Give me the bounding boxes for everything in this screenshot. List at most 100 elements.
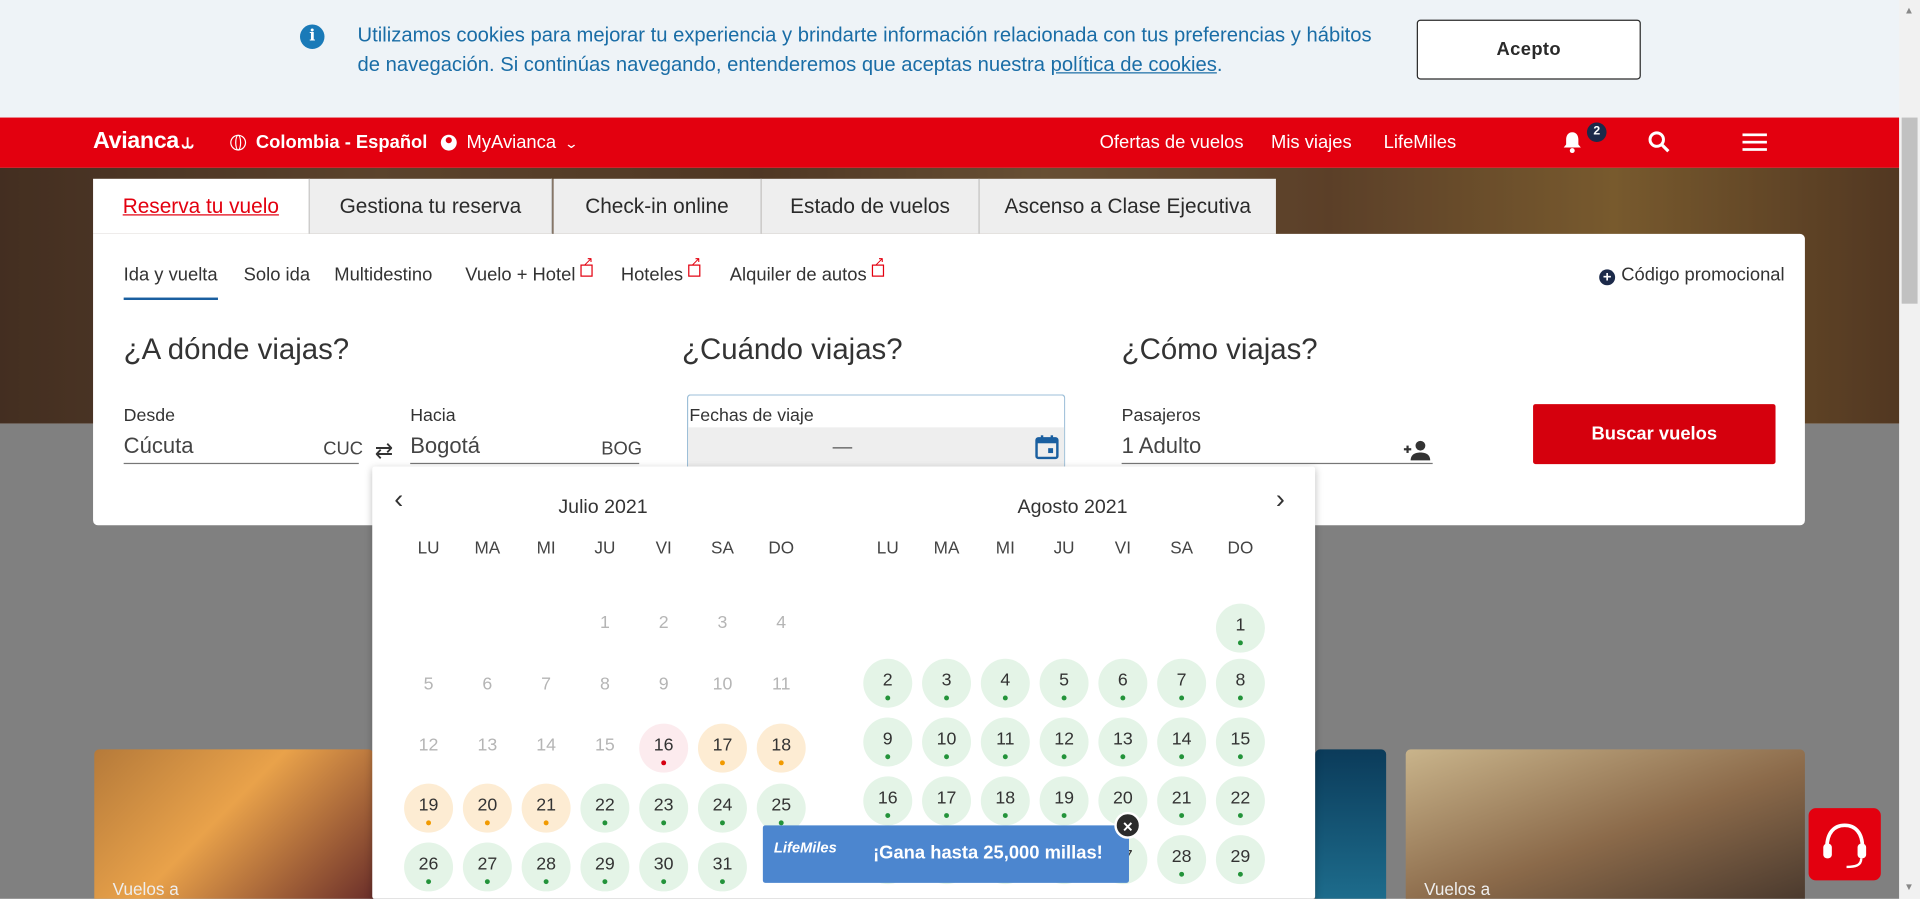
calendar-day[interactable]: 30 [639,842,689,892]
calendar-day[interactable]: 18 [756,723,806,773]
calendar-day[interactable]: 19 [1039,776,1089,826]
weekday-header: DO [1227,537,1254,558]
calendar-day[interactable]: 29 [580,842,630,892]
calendar-day[interactable]: 18 [980,776,1030,826]
pax-label: Pasajeros [1121,406,1201,427]
tab-estado[interactable]: Estado de vuelos [761,178,980,234]
add-person-icon[interactable] [1403,440,1432,462]
travel-dates-input[interactable] [688,427,1065,469]
weekday-header: VI [655,537,672,558]
from-input[interactable]: Cúcuta [124,433,194,459]
calendar-day[interactable]: 23 [639,783,689,833]
calendar-day[interactable]: 1 [1215,603,1265,653]
calendar-day[interactable]: 13 [1098,717,1148,767]
search-flights-button[interactable]: Buscar vuelos [1533,404,1776,465]
nav-link-lifemiles[interactable]: LifeMiles [1384,132,1456,153]
subtab-vuelo-hotel[interactable]: Vuelo + Hotel [465,256,593,285]
from-underline [123,462,359,465]
calendar-day[interactable]: 22 [580,783,630,833]
subtab-solo-ida[interactable]: Solo ida [244,264,310,285]
brand-logo[interactable]: Avianca ⥿ [93,129,193,156]
swap-icon[interactable]: ⇄ [375,438,393,464]
lifemiles-promo[interactable]: LifeMiles ¡Gana hasta 25,000 millas! × [762,811,1142,883]
to-input[interactable]: Bogotá [410,433,480,459]
availability-dot [1179,754,1185,760]
calendar-day[interactable]: 22 [1215,776,1265,826]
calendar-day[interactable]: 16 [639,723,689,773]
region-selector[interactable]: Colombia - Español [230,132,427,153]
accept-cookies-button[interactable]: Acepto [1416,19,1641,80]
pax-input[interactable]: 1 Adulto [1122,433,1202,459]
destination-card[interactable] [1315,749,1387,899]
subtab-multidestino[interactable]: Multidestino [334,264,432,285]
search-icon[interactable] [1647,130,1671,154]
calendar-day[interactable]: 5 [1039,658,1089,708]
calendar-day[interactable]: 20 [462,783,512,833]
close-icon[interactable]: × [1114,811,1142,839]
tab-reserva[interactable]: Reserva tu vuelo [93,178,310,234]
nav-link-ofertas[interactable]: Ofertas de vuelos [1100,132,1244,153]
calendar-day[interactable]: 3 [922,658,972,708]
subtab-hoteles[interactable]: Hoteles [621,256,701,285]
availability-dot [1237,813,1243,818]
scroll-down-icon[interactable]: ▼ [1904,882,1914,893]
calendar-day[interactable]: 12 [1039,717,1089,767]
calendar-day: 3 [717,613,728,634]
calendar-day: 1 [599,613,610,634]
calendar-day[interactable]: 24 [697,783,747,833]
calendar-day[interactable]: 28 [1157,835,1207,885]
calendar-day[interactable]: 7 [1157,658,1207,708]
subtab-autos[interactable]: Alquiler de autos [730,256,884,285]
calendar-day[interactable]: 21 [521,783,571,833]
myavianca-menu[interactable]: MyAvianca ⌄ [440,132,579,153]
calendar-day[interactable]: 21 [1157,776,1207,826]
calendar-day[interactable]: 27 [462,842,512,892]
to-code: BOG [601,438,643,460]
menu-icon[interactable] [1742,132,1767,152]
calendar-day: 5 [423,674,434,695]
travel-dates-field[interactable]: — [686,394,1066,469]
plus-icon: + [1599,269,1616,286]
calendar-day[interactable]: 17 [922,776,972,826]
calendar-day[interactable]: 11 [980,717,1030,767]
calendar-day[interactable]: 16 [863,776,913,826]
calendar-icon[interactable] [1035,435,1059,461]
prev-month-icon[interactable]: ‹ [394,484,403,516]
cookie-policy-link[interactable]: política de cookies [1051,54,1217,76]
destination-card[interactable]: Vuelos a [94,749,374,899]
nav-link-mis-viajes[interactable]: Mis viajes [1271,132,1352,153]
subtab-ida-vuelta[interactable]: Ida y vuelta [123,264,218,301]
calendar-day[interactable]: 29 [1215,835,1265,885]
calendar-day[interactable]: 4 [980,658,1030,708]
calendar-day[interactable]: 19 [404,783,454,833]
calendar-day[interactable]: 17 [697,723,747,773]
calendar-day: 15 [595,735,615,756]
calendar-day[interactable]: 26 [404,842,454,892]
calendar-day[interactable]: 8 [1215,658,1265,708]
weekday-header: MA [933,537,960,558]
scrollbar-thumb[interactable] [1901,117,1918,304]
availability-dot [1237,754,1243,760]
tab-checkin[interactable]: Check-in online [553,178,762,234]
calendar-day[interactable]: 9 [863,717,913,767]
tab-gestiona[interactable]: Gestiona tu reserva [309,178,553,234]
support-chat-button[interactable] [1808,808,1881,881]
calendar-day: 9 [658,674,669,695]
calendar-day[interactable]: 31 [697,842,747,892]
calendar-day[interactable]: 2 [863,658,913,708]
calendar-day[interactable]: 15 [1215,717,1265,767]
calendar-day[interactable]: 14 [1157,717,1207,767]
destination-card[interactable]: Vuelos a [1405,749,1805,899]
scroll-up-icon[interactable]: ▲ [1904,5,1914,16]
calendar-day[interactable]: 10 [922,717,972,767]
page-scrollbar[interactable]: ▲ ▼ [1899,0,1920,899]
calendar-day[interactable]: 28 [521,842,571,892]
availability-dot [885,695,891,701]
lifemiles-logo: LifeMiles [773,838,837,856]
promo-code-link[interactable]: + Código promocional [1599,264,1785,286]
tab-ascenso[interactable]: Ascenso a Clase Ejecutiva [979,178,1276,234]
bell-icon[interactable] [1560,130,1584,154]
calendar-day[interactable]: 6 [1098,658,1148,708]
next-month-icon[interactable]: › [1276,484,1285,516]
card-caption: Vuelos a [112,879,179,899]
